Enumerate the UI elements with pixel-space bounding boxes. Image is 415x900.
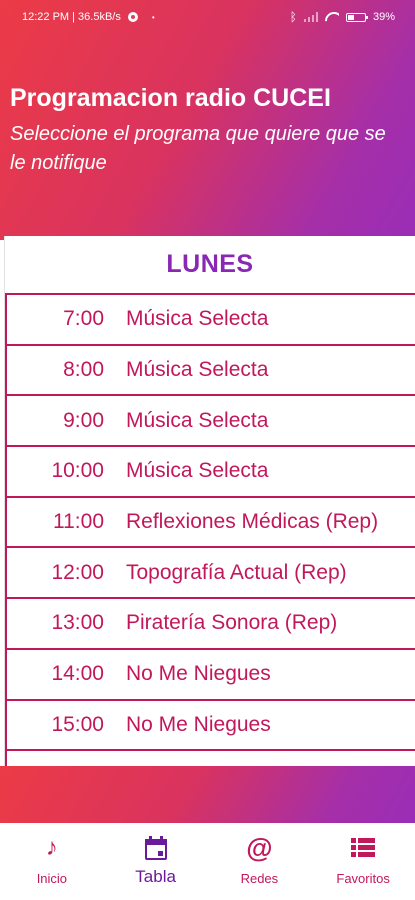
schedule-row[interactable]: 14:00 No Me Niegues (5, 647, 415, 699)
schedule-row[interactable]: 9:00 Música Selecta (5, 394, 415, 446)
schedule-row[interactable]: 12:00 Topografía Actual (Rep) (5, 546, 415, 598)
row-program: Música Selecta (126, 307, 269, 331)
app-screen: 12:22 PM | 36.5kB/s • ᛒ 39% Programacion… (0, 0, 415, 900)
nav-item-tabla[interactable]: Tabla (104, 823, 208, 900)
row-time: 13:00 (51, 611, 104, 635)
row-time: 14:00 (51, 662, 104, 686)
row-program: Música Selecta (126, 459, 269, 483)
at-sign-icon: @ (246, 832, 273, 863)
nav-label-favoritos: Favoritos (336, 871, 390, 886)
row-program: Música Selecta (126, 358, 269, 382)
page-title: Programacion radio CUCEI (10, 84, 331, 112)
page-subtitle: Seleccione el programa que quiere que se… (10, 123, 386, 174)
row-time: 12:00 (51, 560, 104, 584)
nav-label-inicio: Inicio (36, 871, 68, 886)
schedule-row[interactable] (5, 749, 415, 766)
row-time: 10:00 (51, 459, 104, 483)
row-program: No Me Niegues (126, 662, 271, 686)
nav-item-redes[interactable]: @ Redes (208, 823, 312, 900)
schedule-row[interactable]: 7:00 Música Selecta (5, 293, 415, 344)
battery-percent: 39% (372, 11, 395, 23)
day-header: LUNES (166, 250, 254, 278)
row-program: Topografía Actual (Rep) (126, 560, 347, 584)
bottom-navigation: ♪ Inicio Tabla @ Redes Favoritos (0, 823, 415, 900)
nav-item-inicio[interactable]: ♪ Inicio (0, 823, 104, 900)
notification-icon (127, 12, 138, 22)
battery-icon (345, 12, 368, 22)
row-time: 11:00 (53, 510, 104, 534)
status-bar: 12:22 PM | 36.5kB/s • ᛒ 39% (0, 0, 415, 34)
nav-label-tabla: Tabla (135, 867, 176, 886)
row-time: 7:00 (63, 307, 104, 331)
schedule-row[interactable]: 10:00 Música Selecta (5, 445, 415, 496)
schedule-row[interactable]: 15:00 No Me Niegues (5, 698, 415, 750)
bottom-gradient-band (0, 766, 415, 823)
row-time: 8:00 (63, 358, 104, 382)
status-time-speed: 12:22 PM | 36.5kB/s (22, 11, 121, 23)
schedule-row[interactable]: 8:00 Música Selecta (5, 343, 415, 395)
wifi-icon (325, 12, 339, 22)
nav-label-redes: Redes (240, 871, 279, 886)
calendar-icon (144, 833, 167, 863)
list-icon (351, 833, 376, 863)
schedule-row[interactable]: 13:00 Piratería Sonora (Rep) (5, 597, 415, 648)
row-program: Piratería Sonora (Rep) (126, 611, 338, 635)
nav-item-favoritos[interactable]: Favoritos (311, 823, 415, 900)
row-program: Música Selecta (126, 408, 269, 432)
row-program: Reflexiones Médicas (Rep) (126, 510, 379, 534)
status-dot: • (151, 12, 155, 22)
row-program: No Me Niegues (126, 712, 271, 736)
row-time: 15:00 (51, 712, 104, 736)
bluetooth-icon: ᛒ (289, 10, 297, 24)
schedule-row[interactable]: 11:00 Reflexiones Médicas (Rep) (5, 495, 415, 547)
schedule-table[interactable]: LUNES 7:00 Música Selecta 8:00 Música Se… (4, 236, 415, 766)
music-note-icon: ♪ (45, 834, 58, 861)
signal-icon (303, 12, 318, 22)
row-time: 9:00 (63, 408, 104, 432)
